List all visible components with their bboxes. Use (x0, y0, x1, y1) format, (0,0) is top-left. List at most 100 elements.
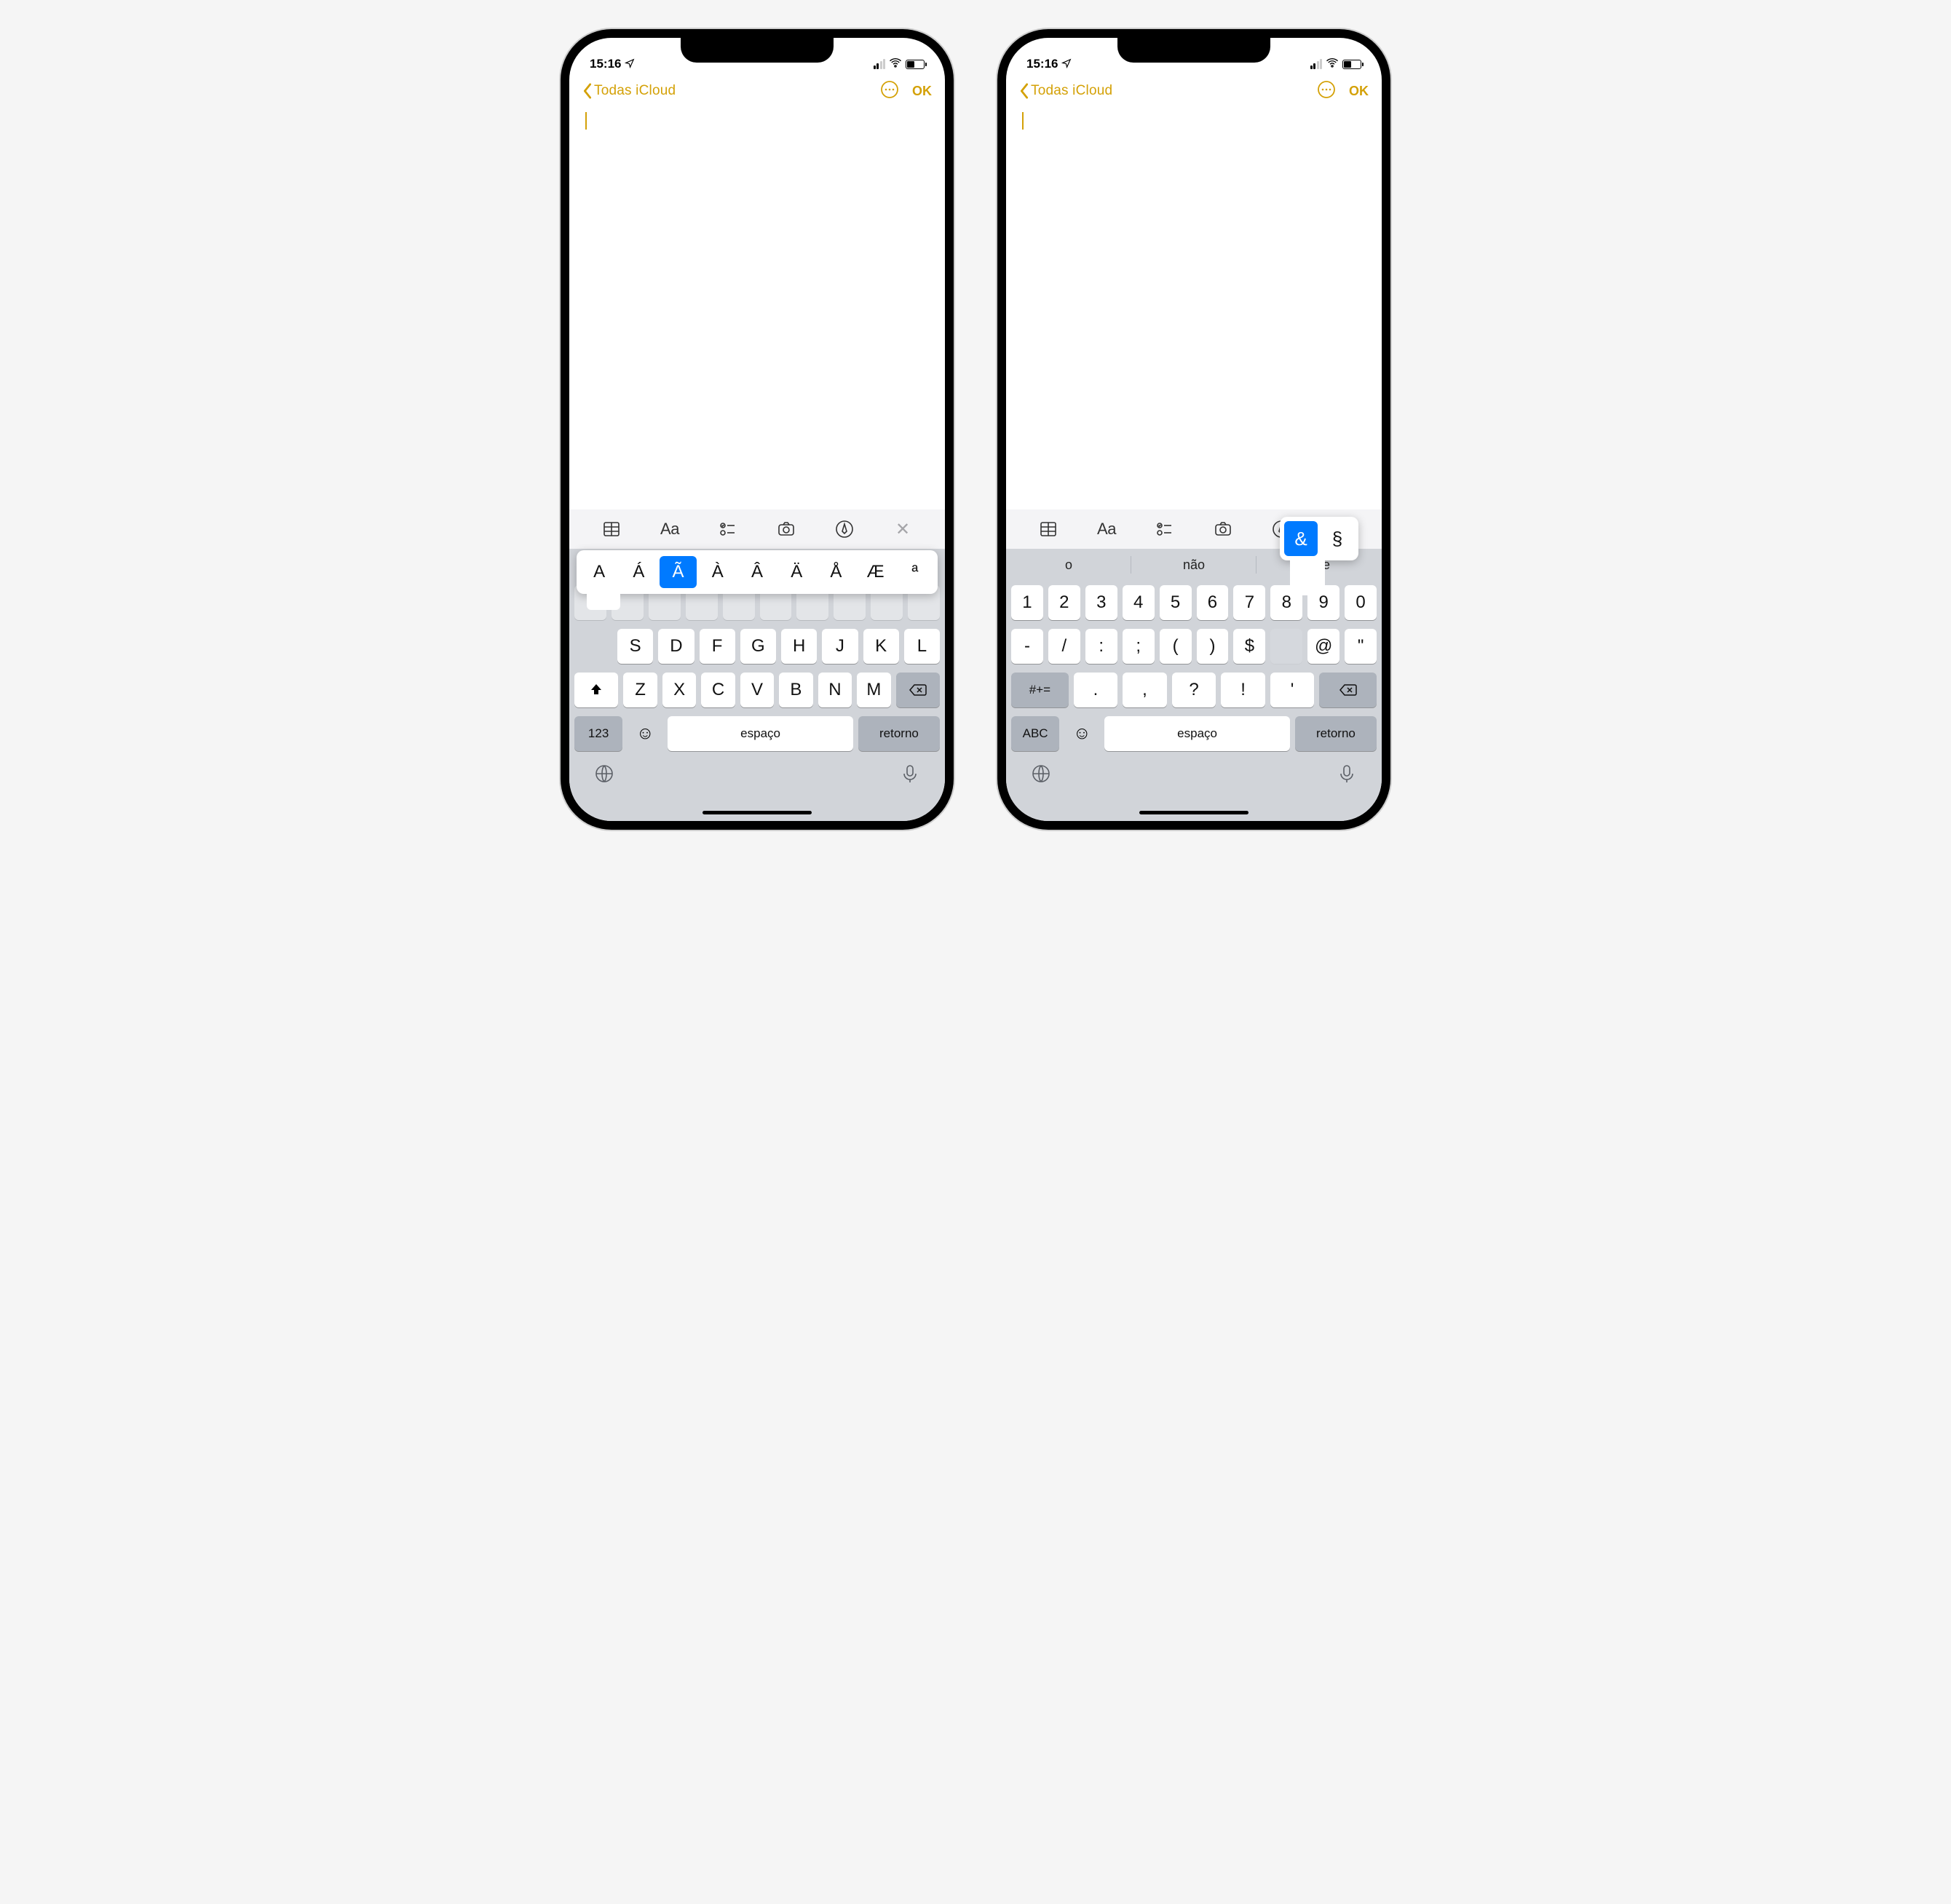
key-rparen[interactable]: ) (1197, 629, 1229, 664)
return-key[interactable]: retorno (858, 716, 940, 751)
accent-a-tilde[interactable]: Ã (660, 556, 696, 588)
key-c[interactable]: C (701, 673, 735, 707)
table-icon[interactable] (601, 520, 622, 539)
signal-icon (1310, 59, 1323, 69)
accent-a-grave[interactable]: À (700, 556, 736, 588)
key-g[interactable]: G (740, 629, 776, 664)
accent-a-ring[interactable]: Å (818, 556, 854, 588)
accent-a[interactable]: A (581, 556, 617, 588)
accent-popup[interactable]: A Á Ã À Â Ä Å Æ ª (577, 550, 938, 594)
mic-icon[interactable] (1337, 763, 1357, 788)
accent-a-uml[interactable]: Ä (778, 556, 815, 588)
popup-section[interactable]: § (1321, 521, 1354, 556)
backspace-key[interactable] (896, 673, 940, 707)
key-period[interactable]: . (1074, 673, 1118, 707)
key-6[interactable]: 6 (1197, 585, 1229, 620)
key-0[interactable]: 0 (1345, 585, 1377, 620)
key-exclaim[interactable]: ! (1221, 673, 1265, 707)
ok-button[interactable]: OK (912, 84, 932, 99)
symbols-key[interactable]: #+= (1011, 673, 1069, 707)
more-icon[interactable] (880, 80, 899, 103)
ok-button[interactable]: OK (1349, 84, 1369, 99)
key-7[interactable]: 7 (1233, 585, 1265, 620)
suggest-1[interactable]: o (1006, 549, 1131, 581)
key-slash[interactable]: / (1048, 629, 1080, 664)
back-button[interactable]: Todas iCloud (1019, 83, 1112, 99)
key-f[interactable]: F (700, 629, 735, 664)
table-icon[interactable] (1037, 520, 1059, 539)
key-lparen[interactable]: ( (1160, 629, 1192, 664)
key-dollar[interactable]: $ (1233, 629, 1265, 664)
signal-icon (874, 59, 886, 69)
wifi-icon (889, 57, 902, 71)
key-comma[interactable]: , (1123, 673, 1167, 707)
shift-key[interactable] (574, 673, 618, 707)
screen: 15:16 Todas iCloud OK Aa (1006, 38, 1382, 821)
emoji-key[interactable]: ☺ (628, 716, 662, 751)
checklist-icon[interactable] (1154, 520, 1176, 539)
emoji-key[interactable]: ☺ (1064, 716, 1099, 751)
numeric-key[interactable]: 123 (574, 716, 622, 751)
globe-icon[interactable] (1031, 763, 1051, 788)
accent-ae[interactable]: Æ (858, 556, 894, 588)
accent-a-acute[interactable]: Á (620, 556, 657, 588)
return-key[interactable]: retorno (1295, 716, 1377, 751)
key-s[interactable]: S (617, 629, 653, 664)
key-apos[interactable]: ' (1270, 673, 1315, 707)
mic-icon[interactable] (900, 763, 920, 788)
battery-icon (906, 60, 925, 69)
text-cursor (1022, 112, 1024, 130)
key-m[interactable]: M (857, 673, 890, 707)
key-colon[interactable]: : (1085, 629, 1117, 664)
key-5[interactable]: 5 (1160, 585, 1192, 620)
text-style-icon[interactable]: Aa (1096, 520, 1117, 539)
key-at[interactable]: @ (1307, 629, 1339, 664)
key-x[interactable]: X (662, 673, 696, 707)
abc-key[interactable]: ABC (1011, 716, 1059, 751)
camera-icon[interactable] (775, 520, 797, 539)
navbar: Todas iCloud OK (1006, 74, 1382, 108)
more-icon[interactable] (1317, 80, 1336, 103)
key-semicolon[interactable]: ; (1123, 629, 1155, 664)
popup-amp[interactable]: & (1284, 521, 1318, 556)
phone-left: 15:16 Todas iCloud OK Aa (561, 29, 954, 830)
key-b[interactable]: B (779, 673, 812, 707)
home-indicator[interactable] (1139, 811, 1248, 814)
key-2[interactable]: 2 (1048, 585, 1080, 620)
key-amp[interactable] (1270, 629, 1302, 664)
key-4[interactable]: 4 (1123, 585, 1155, 620)
markup-icon[interactable] (834, 520, 855, 539)
note-body[interactable] (1006, 108, 1382, 509)
key-quote[interactable]: " (1345, 629, 1377, 664)
key-j[interactable]: J (822, 629, 858, 664)
space-key[interactable]: espaço (668, 716, 853, 751)
backspace-key[interactable] (1319, 673, 1377, 707)
globe-icon[interactable] (594, 763, 614, 788)
key-n[interactable]: N (818, 673, 852, 707)
time: 15:16 (1026, 57, 1072, 71)
key-h[interactable]: H (781, 629, 817, 664)
back-button[interactable]: Todas iCloud (582, 83, 676, 99)
key-l[interactable]: L (904, 629, 940, 664)
key-question[interactable]: ? (1172, 673, 1216, 707)
key-v[interactable]: V (740, 673, 774, 707)
key-d[interactable]: D (658, 629, 694, 664)
key-k[interactable]: K (863, 629, 899, 664)
key-3[interactable]: 3 (1085, 585, 1117, 620)
home-indicator[interactable] (703, 811, 812, 814)
suggest-2[interactable]: não (1131, 549, 1257, 581)
key-1[interactable]: 1 (1011, 585, 1043, 620)
note-body[interactable] (569, 108, 945, 509)
text-style-icon[interactable]: Aa (659, 520, 681, 539)
key-dash[interactable]: - (1011, 629, 1043, 664)
space-key[interactable]: espaço (1104, 716, 1290, 751)
notch (1117, 38, 1270, 63)
accent-ord[interactable]: ª (897, 556, 933, 588)
screen: 15:16 Todas iCloud OK Aa (569, 38, 945, 821)
accent-a-circ[interactable]: Â (739, 556, 775, 588)
close-icon[interactable]: ✕ (892, 520, 914, 539)
checklist-icon[interactable] (717, 520, 739, 539)
symbol-popup[interactable]: & § (1280, 517, 1358, 560)
key-z[interactable]: Z (623, 673, 657, 707)
camera-icon[interactable] (1212, 520, 1234, 539)
